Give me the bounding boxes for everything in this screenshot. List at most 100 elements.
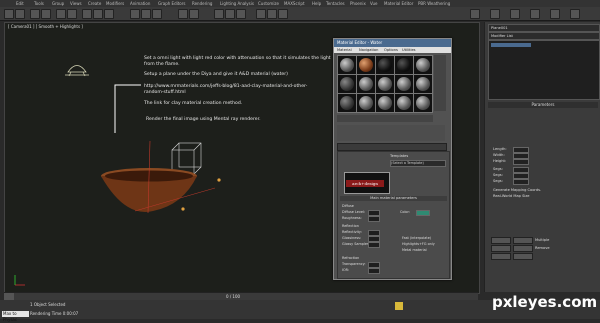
menu-item-group[interactable]: Group [52,1,64,6]
modifier-stack[interactable] [488,40,600,100]
select-object-icon[interactable] [56,9,66,19]
real-world-map-checkbox[interactable]: Real-World Map Size [493,194,529,198]
diffuse-color-swatch[interactable] [416,210,430,216]
unique-button[interactable] [513,253,533,260]
scale-icon[interactable] [104,9,114,19]
unlink-icon[interactable] [41,9,51,19]
instance-button[interactable] [491,253,511,260]
key-mode-icon[interactable] [395,302,403,310]
material-slot[interactable] [356,55,376,75]
roughness-spinner[interactable] [368,216,380,222]
metal-material-label[interactable]: Metal material [402,248,427,252]
menu-item-material-editor[interactable]: Material Editor [384,1,413,6]
menu-item-vue[interactable]: Vue [370,1,377,6]
menu-item-graph-editors[interactable]: Graph Editors [158,1,185,6]
select-by-name-icon[interactable] [67,9,77,19]
hierarchy-tab-icon[interactable] [510,9,520,19]
material-slot[interactable] [375,55,395,75]
menu-item-maxscript[interactable]: MAXScript [284,1,305,6]
create-tab-icon[interactable] [470,9,480,19]
ior-spinner[interactable] [368,268,380,274]
menu-item-pbr-weathering[interactable]: PBR Weathering [418,1,450,6]
menu-item-animation[interactable]: Animation [130,1,150,6]
snap-icon[interactable] [130,9,140,19]
render-frame-icon[interactable] [267,9,277,19]
modifier-list-dropdown[interactable]: Modifier List [488,32,600,40]
object-name-field[interactable]: Plane001 [488,24,600,32]
render-setup-icon[interactable] [256,9,266,19]
material-editor-icon[interactable] [236,9,246,19]
roughness-label: Roughness: [342,216,362,220]
maxscript-listener[interactable]: Max to Physac [2,311,29,322]
material-editor-window[interactable]: Material Editor - Water Material Navigat… [333,38,452,280]
material-editor-title: Material Editor - Water [337,40,383,45]
material-editor-titlebar[interactable]: Material Editor - Water [334,39,451,47]
menu-item-help[interactable]: Help [312,1,321,6]
percent-snap-icon[interactable] [152,9,162,19]
display-tab-icon[interactable] [550,9,560,19]
menu-item-rendering[interactable]: Rendering [192,1,212,6]
material-name-field[interactable] [337,143,447,151]
material-slot[interactable] [337,74,357,94]
paste-button[interactable] [513,245,533,252]
material-slot[interactable] [413,55,433,75]
material-slot[interactable] [394,55,414,75]
menu-item-edit[interactable]: Edit [16,1,24,6]
fast-interpolate-label[interactable]: Fast (interpolate) [402,236,431,240]
motion-tab-icon[interactable] [530,9,540,19]
align-icon[interactable] [189,9,199,19]
menu-item-phoenix[interactable]: Phoenix [350,1,366,6]
undo-icon[interactable] [4,9,14,19]
template-dropdown[interactable]: (Select a Template) [390,160,446,167]
material-slot[interactable] [375,74,395,94]
menu-item-tentacles[interactable]: Tentacles [326,1,345,6]
menu-item-customize[interactable]: Customize [258,1,279,6]
redo-icon[interactable] [15,9,25,19]
axis-gizmo [14,275,25,286]
menu-item-tools[interactable]: Tools [34,1,44,6]
rotate-icon[interactable] [93,9,103,19]
material-slot[interactable] [394,93,414,113]
angle-snap-icon[interactable] [141,9,151,19]
menu-item-modifiers[interactable]: Modifiers [106,1,124,6]
material-slot[interactable] [356,74,376,94]
material-slot[interactable] [413,74,433,94]
mat-menu-options[interactable]: Options [384,48,398,52]
material-slot[interactable] [394,74,414,94]
mat-menu-utilities[interactable]: Utilities [402,48,416,52]
menu-bar: Edit Tools Group Views Create Modifiers … [0,0,600,7]
mat-menu-material[interactable]: Material [337,48,352,52]
curve-editor-icon[interactable] [214,9,224,19]
copy-button[interactable] [491,245,511,252]
schematic-view-icon[interactable] [225,9,235,19]
material-slot[interactable] [356,93,376,113]
material-slot[interactable] [337,55,357,75]
segs-3-spinner[interactable] [513,179,529,185]
section-main-params[interactable]: Main material parameters [340,196,447,201]
select-link-icon[interactable] [30,9,40,19]
material-slot-active[interactable] [337,93,357,113]
move-icon[interactable] [82,9,92,19]
material-editor-menu: Material Navigation Options Utilities [334,47,451,53]
render-icon[interactable] [278,9,288,19]
menu-item-create[interactable]: Create [88,1,101,6]
height-spinner[interactable] [513,159,529,165]
modify-tab-icon[interactable] [490,9,500,19]
refraction-label: Refraction [342,256,360,260]
mirror-icon[interactable] [178,9,188,19]
mat-menu-navigation[interactable]: Navigation [359,48,378,52]
parameters-rollout[interactable]: Parameters [488,102,598,108]
selection-status: 1 Object Selected [30,302,66,307]
menu-item-lighting-analysis[interactable]: Lighting Analysis [220,1,254,6]
material-slot[interactable] [413,93,433,113]
multiple-button[interactable] [491,237,511,244]
generate-mapping-checkbox[interactable]: Generate Mapping Coords. [493,188,541,192]
glossy-samples-spinner[interactable] [368,242,380,248]
stack-item-selected[interactable] [491,43,531,47]
material-slot[interactable] [375,93,395,113]
glossiness-label: Glossiness: [342,236,362,240]
menu-item-views[interactable]: Views [70,1,82,6]
utilities-tab-icon[interactable] [570,9,580,19]
highlights-only-label[interactable]: Highlights+FG only [402,242,435,246]
remove-button[interactable] [513,237,533,244]
